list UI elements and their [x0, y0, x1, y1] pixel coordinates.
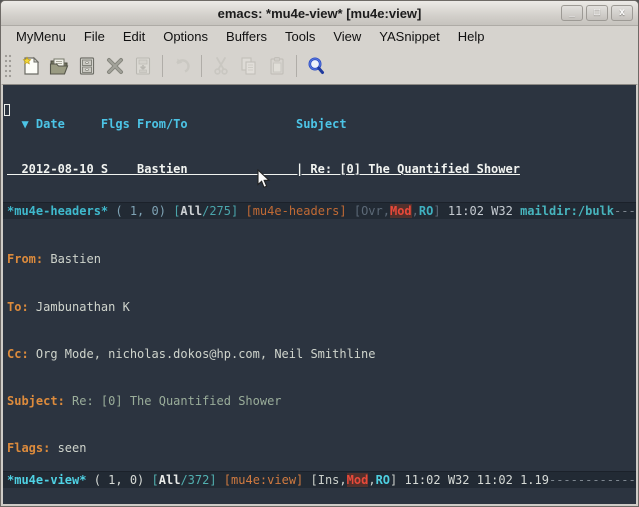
echo-area[interactable] [3, 488, 636, 504]
menu-file[interactable]: File [75, 27, 114, 46]
modeline-all: All [159, 473, 181, 487]
field-label: From: [7, 252, 43, 266]
save-as-button[interactable] [129, 51, 157, 81]
modeline-dashes: ---------- [614, 204, 636, 218]
cut-icon [210, 55, 232, 77]
close-button[interactable]: x [611, 5, 633, 21]
field-label: Subject: [7, 394, 65, 408]
modeline-count: /275] [202, 204, 238, 218]
toolbar-separator [296, 55, 297, 77]
fringe-cursor [4, 104, 10, 116]
modeline-major-mode[interactable]: [mu4e-headers] [245, 204, 346, 218]
cut-button[interactable] [207, 51, 235, 81]
field-to: To: Jambunathan K [7, 300, 636, 316]
modeline-bracket: ] [433, 204, 440, 218]
modeline-all: All [180, 204, 202, 218]
modeline-buffer-name: *mu4e-view* [7, 473, 86, 487]
field-cc: Cc: Org Mode, nicholas.dokos@hp.com, Nei… [7, 347, 636, 363]
modeline-space [217, 473, 224, 487]
modeline-count: /372] [180, 473, 216, 487]
modeline-comma: , [412, 204, 419, 218]
field-label: To: [7, 300, 29, 314]
field-label: Cc: [7, 347, 29, 361]
open-file-button[interactable] [45, 51, 73, 81]
modeline-readonly-flag: RO [419, 204, 433, 218]
field-flags: Flags: seen [7, 441, 636, 457]
title-bar[interactable]: emacs: *mu4e-view* [mu4e:view] _ □ x [1, 1, 638, 26]
menu-tools[interactable]: Tools [276, 27, 324, 46]
menu-view[interactable]: View [324, 27, 370, 46]
mu4e-view-window: From: Bastien To: Jambunathan K Cc: Org … [3, 219, 636, 471]
save-icon [76, 55, 98, 77]
field-value: Bastien [43, 252, 101, 266]
modeline-comma: , [368, 473, 375, 487]
field-value: Org Mode, nicholas.dokos@hp.com, Neil Sm… [29, 347, 376, 361]
modeline-dashes: -------------------- [549, 473, 636, 487]
field-value: Re: [0] The Quantified Shower [65, 394, 282, 408]
header-row-selected[interactable]: 2012-08-10 S Bastien | Re: [0] The Quant… [7, 162, 636, 177]
field-label: Flags: [7, 441, 50, 455]
emacs-window: emacs: *mu4e-view* [mu4e:view] _ □ x MyM… [0, 0, 639, 507]
modeline-modified-flag: Mod [390, 204, 412, 218]
tool-bar [1, 47, 638, 84]
toolbar-separator [201, 55, 202, 77]
save-as-icon [132, 55, 154, 77]
field-from: From: Bastien [7, 252, 636, 268]
paste-button[interactable] [263, 51, 291, 81]
toolbar-drag-handle[interactable] [3, 52, 13, 80]
menu-mymenu[interactable]: MyMenu [7, 27, 75, 46]
modeline-maildir: maildir:/bulk [520, 204, 614, 218]
new-file-icon [20, 55, 42, 77]
modeline-status: [Ovr, [347, 204, 390, 218]
menu-bar: MyMenu File Edit Options Buffers Tools V… [1, 26, 638, 47]
modeline-bracket: [ [152, 473, 159, 487]
view-mode-line: *mu4e-view* ( 1, 0) [All/372] [mu4e:view… [3, 471, 636, 488]
open-folder-icon [48, 55, 70, 77]
modeline-status: [Ins, [303, 473, 346, 487]
window-title: emacs: *mu4e-view* [mu4e:view] [1, 6, 638, 21]
menu-help[interactable]: Help [449, 27, 494, 46]
paste-icon [266, 55, 288, 77]
maximize-button[interactable]: □ [586, 5, 608, 21]
modeline-major-mode[interactable]: [mu4e:view] [224, 473, 303, 487]
modeline-modified-flag: Mod [347, 473, 369, 487]
field-value: seen [50, 441, 86, 455]
headers-column-header[interactable]: ▼ Date Flgs From/To Subject [7, 117, 636, 132]
menu-yasnippet[interactable]: YASnippet [370, 27, 448, 46]
save-button[interactable] [73, 51, 101, 81]
undo-icon [171, 55, 193, 77]
field-value: Jambunathan K [29, 300, 130, 314]
field-subject: Subject: Re: [0] The Quantified Shower [7, 394, 636, 410]
emacs-frame: ▼ Date Flgs From/To Subject 2012-08-10 S… [1, 84, 638, 506]
modeline-buffer-name: *mu4e-headers* [7, 204, 108, 218]
undo-button[interactable] [168, 51, 196, 81]
menu-options[interactable]: Options [154, 27, 217, 46]
copy-button[interactable] [235, 51, 263, 81]
window-controls: _ □ x [561, 5, 633, 21]
search-button[interactable] [302, 51, 330, 81]
search-icon [305, 55, 327, 77]
copy-icon [238, 55, 260, 77]
delete-button[interactable] [101, 51, 129, 81]
minimize-button[interactable]: _ [561, 5, 583, 21]
mu4e-headers-window: ▼ Date Flgs From/To Subject 2012-08-10 S… [3, 85, 636, 202]
toolbar-separator [162, 55, 163, 77]
modeline-readonly-flag: RO [376, 473, 390, 487]
modeline-time: 11:02 W32 11:02 1.19 [397, 473, 549, 487]
modeline-position: ( 1, 0) [108, 204, 173, 218]
delete-icon [104, 55, 126, 77]
menu-edit[interactable]: Edit [114, 27, 154, 46]
modeline-time: 11:02 W32 [441, 204, 520, 218]
new-file-button[interactable] [17, 51, 45, 81]
menu-buffers[interactable]: Buffers [217, 27, 276, 46]
modeline-position: ( 1, 0) [86, 473, 151, 487]
headers-mode-line: *mu4e-headers* ( 1, 0) [All/275] [mu4e-h… [3, 202, 636, 219]
